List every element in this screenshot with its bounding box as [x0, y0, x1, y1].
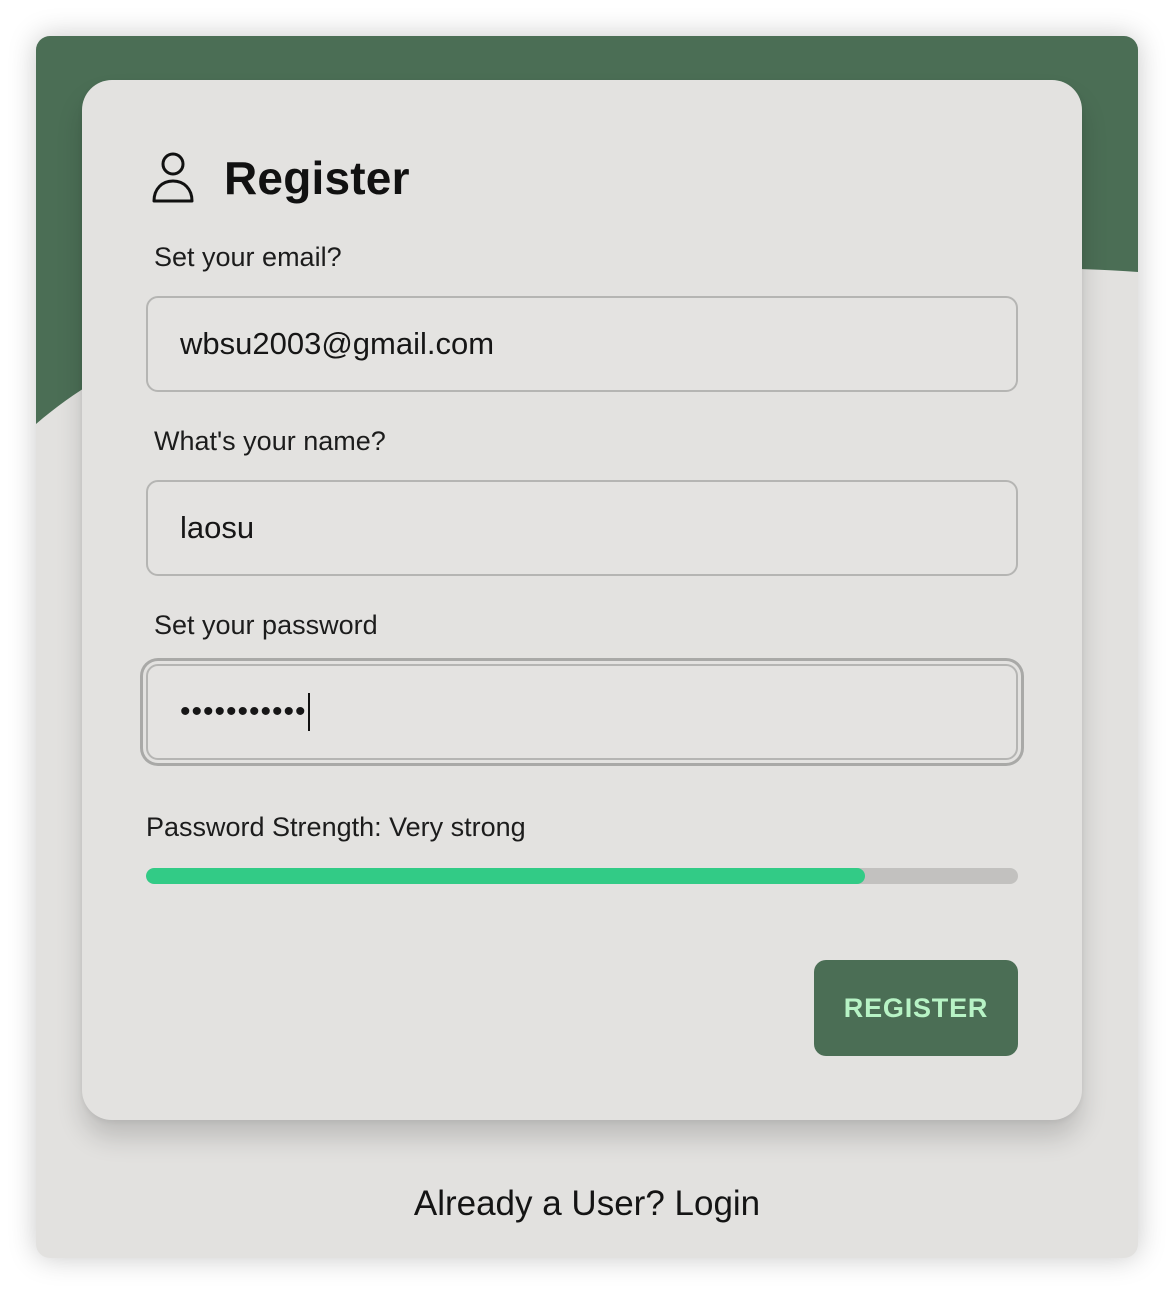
email-value: wbsu2003@gmail.com	[180, 326, 495, 361]
password-label: Set your password	[154, 610, 378, 640]
login-link[interactable]: Already a User? Login	[36, 1184, 1138, 1224]
password-strength-label: Password Strength: Very strong	[146, 812, 526, 842]
password-value: •••••••••••	[180, 695, 307, 728]
email-label: Set your email?	[154, 242, 342, 272]
name-field[interactable]: laosu	[146, 480, 1018, 576]
register-window: Register Set your email? wbsu2003@gmail.…	[36, 36, 1138, 1258]
register-card: Register Set your email? wbsu2003@gmail.…	[82, 80, 1082, 1120]
page-title: Register	[224, 152, 410, 204]
password-field[interactable]: •••••••••••	[146, 664, 1018, 760]
name-label: What's your name?	[154, 426, 386, 456]
text-caret	[307, 693, 310, 731]
name-value: laosu	[180, 510, 255, 545]
user-icon	[150, 151, 196, 205]
card-header: Register	[150, 148, 410, 208]
password-strength-bar	[146, 868, 1018, 884]
email-field[interactable]: wbsu2003@gmail.com	[146, 296, 1018, 392]
password-strength-fill	[146, 868, 866, 884]
register-button[interactable]: REGISTER	[814, 960, 1018, 1056]
